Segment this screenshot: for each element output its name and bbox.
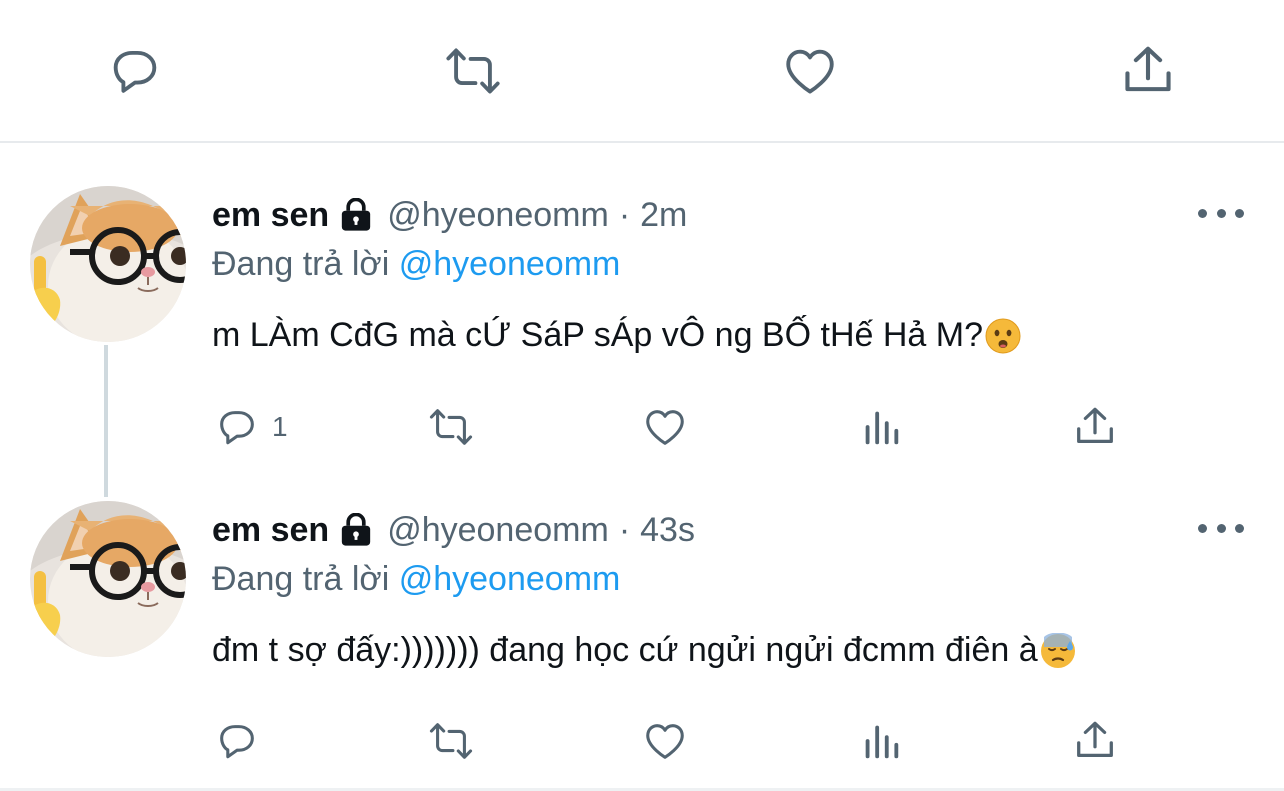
cat-avatar-image [30,501,186,657]
retweet-icon [429,723,473,759]
reply-button[interactable] [105,41,165,101]
user-handle[interactable]: @hyeoneomm [387,511,609,550]
retweet-button[interactable] [428,402,474,452]
timestamp[interactable]: 43s [640,511,695,550]
more-dot-icon [1216,208,1226,218]
more-options-button[interactable] [1198,203,1244,223]
tweet-text: đm t sợ đấy:))))))) đang học cứ ngửi ngử… [212,631,1076,670]
more-dot-icon [1235,208,1244,218]
replying-mention-link[interactable]: @hyeoneomm [399,245,621,283]
tweet-actions: 1 [0,402,1284,452]
like-button[interactable] [642,402,688,452]
like-icon [646,410,684,445]
retweet-icon [429,409,473,445]
separator-dot: · [618,510,631,549]
reply-button[interactable] [214,716,272,766]
more-dot-icon [1216,523,1226,533]
analytics-button[interactable] [858,402,904,452]
display-name[interactable]: em sen [212,511,329,550]
tweet-text: m LÀm CđG mà cỨ SáP sÁp vÔ ng BỐ tHế Hả … [212,316,1021,355]
frowning-face-emoji-icon [985,318,1021,354]
like-button[interactable] [780,41,840,101]
reply-icon [113,50,157,93]
tweet-text-content: m LÀm CđG mà cỨ SáP sÁp vÔ ng BỐ tHế Hả … [212,316,983,354]
analytics-button[interactable] [858,716,904,766]
reply-count: 1 [272,411,288,442]
like-button[interactable] [642,716,688,766]
more-dot-icon [1235,523,1244,533]
share-button[interactable] [1072,716,1118,766]
lock-icon [339,198,373,232]
replying-label: Đang trả lời [212,560,390,598]
share-icon [1077,721,1113,758]
reply-icon [220,411,254,445]
cat-avatar-image [30,186,186,342]
like-icon [646,724,684,759]
display-name[interactable]: em sen [212,196,329,235]
reply-icon [220,725,254,759]
share-icon [1125,46,1171,92]
share-button[interactable] [1072,402,1118,452]
parent-tweet-actions [0,0,1284,143]
avatar[interactable] [30,501,186,657]
reply-button[interactable]: 1 [214,402,288,452]
separator-dot: · [618,195,631,234]
retweet-button[interactable] [443,41,503,101]
share-button[interactable] [1118,41,1178,101]
tweet-header: em sen @hyeoneomm · 2m [212,193,687,237]
analytics-icon [865,725,899,759]
tweet-actions [0,716,1284,766]
replying-to: Đang trả lời @hyeoneomm [212,560,620,599]
replying-label: Đang trả lời [212,245,390,283]
retweet-button[interactable] [428,716,474,766]
more-options-button[interactable] [1198,518,1244,538]
lock-icon [339,513,373,547]
like-icon [786,49,834,94]
downcast-sweat-emoji-icon [1040,632,1076,669]
tweet-header: em sen @hyeoneomm · 43s [212,508,695,552]
more-dot-icon [1198,523,1207,533]
replying-mention-link[interactable]: @hyeoneomm [399,560,621,598]
share-icon [1077,407,1113,444]
more-dot-icon [1198,208,1207,218]
tweet-text-content: đm t sợ đấy:))))))) đang học cứ ngửi ngử… [212,631,1038,669]
analytics-icon [865,411,899,445]
replying-to: Đang trả lời @hyeoneomm [212,245,620,284]
user-handle[interactable]: @hyeoneomm [387,196,609,235]
avatar[interactable] [30,186,186,342]
timestamp[interactable]: 2m [640,196,687,235]
retweet-icon [446,48,500,94]
